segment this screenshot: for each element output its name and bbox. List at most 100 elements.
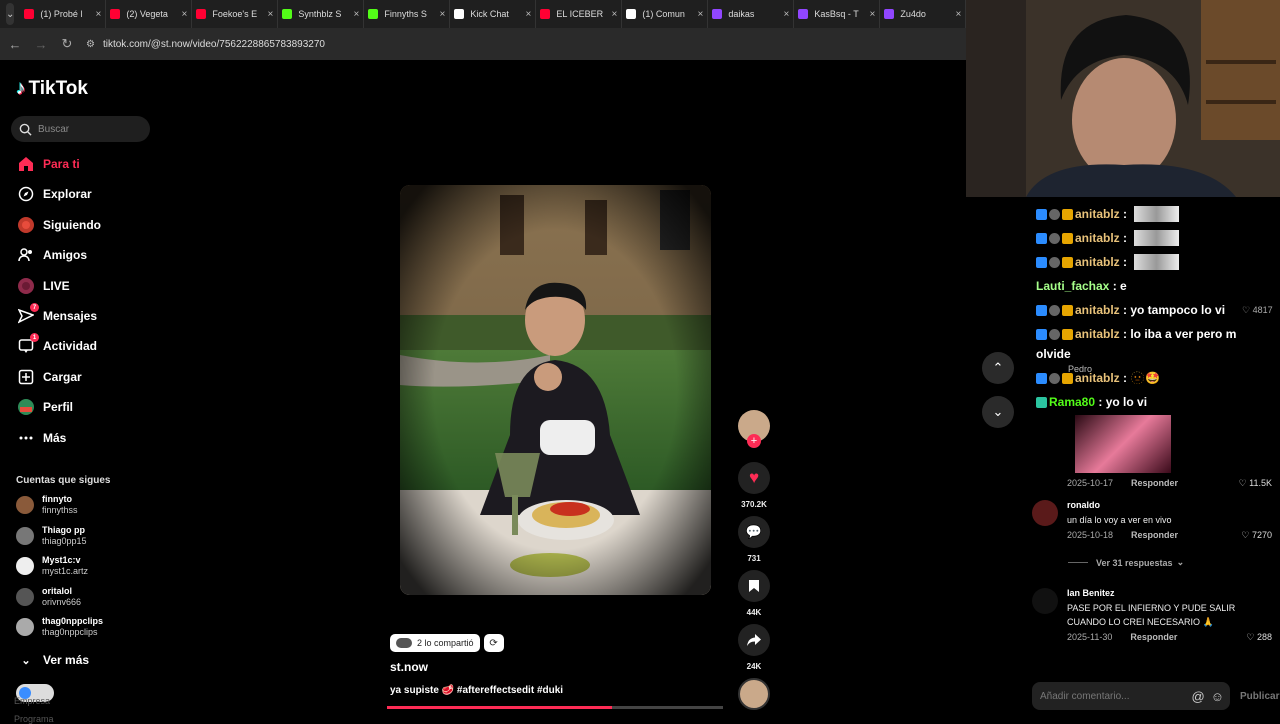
chat-emote-image (1134, 206, 1180, 222)
reply-button[interactable]: Responder (1131, 478, 1178, 489)
browser-tab[interactable]: Synthblz S × (278, 0, 365, 28)
chat-username: anitablz (1075, 207, 1120, 221)
nav-item-mensajes[interactable]: 7 Mensajes (16, 303, 97, 326)
video-progress-bar[interactable] (387, 706, 723, 709)
reply-button[interactable]: Responder (1131, 530, 1178, 541)
address-bar[interactable]: ⚙ tiktok.com/@st.now/video/7562228865783… (86, 32, 956, 56)
save-button[interactable]: 44K (738, 570, 770, 617)
video-author[interactable]: st.now (390, 660, 428, 674)
mention-icon[interactable]: @ (1192, 689, 1205, 704)
search-input[interactable]: Buscar (11, 116, 150, 142)
reload-icon[interactable]: ↻ (56, 36, 78, 52)
nav-item-siguiendo[interactable]: Siguiendo (16, 215, 101, 235)
browser-tab[interactable]: Finnyths S × (364, 0, 451, 28)
view-replies-button[interactable]: Ver 31 respuestas ⌄ (1068, 557, 1184, 568)
badge-icon (1036, 372, 1047, 384)
footer-link-company[interactable]: Empresa (14, 696, 50, 706)
browser-tab-bar: ⌄ (1) Probé l × (2) Vegeta × Foekoe's E × Synt… (0, 0, 967, 28)
close-tab-icon[interactable]: × (354, 9, 360, 20)
more-icon (16, 428, 36, 448)
comment-avatar[interactable] (1032, 588, 1058, 614)
nav-item-cargar[interactable]: Cargar (16, 367, 82, 387)
close-tab-icon[interactable]: × (182, 9, 188, 20)
back-icon[interactable]: ← (4, 37, 26, 52)
browser-tab[interactable]: daikas × (708, 0, 795, 28)
chat-message: anitablz : 🫥🤩 (1036, 371, 1160, 385)
share-button[interactable]: 24K (738, 624, 770, 671)
browser-tab[interactable]: KasBsq - T × (794, 0, 881, 28)
browser-tab[interactable]: Foekoe's E × (192, 0, 279, 28)
tab-favicon-icon (24, 9, 35, 19)
previous-video-button[interactable]: ⌃ (982, 352, 1014, 384)
badge-icon (1036, 256, 1047, 268)
comment-username[interactable]: ronaldo (1067, 500, 1100, 510)
nav-item-actividad[interactable]: 1 Actividad (16, 333, 97, 356)
nav-item-amigos[interactable]: Amigos (16, 245, 87, 265)
mute-icon (1049, 372, 1060, 384)
video-player[interactable] (400, 185, 711, 595)
following-account[interactable]: finnyto finnythss (16, 494, 78, 516)
browser-tab[interactable]: Zu4do × (880, 0, 967, 28)
comment-like-button[interactable]: ♡ 11.5K (1239, 478, 1272, 489)
comment-button[interactable]: 💬 731 (738, 516, 770, 563)
forward-icon[interactable]: → (30, 37, 52, 52)
close-tab-icon[interactable]: × (612, 9, 618, 20)
comment-sticker-image (1075, 415, 1171, 473)
browser-tab[interactable]: (2) Vegeta × (106, 0, 193, 28)
badge-icon (1036, 304, 1047, 316)
home-icon (16, 154, 36, 174)
comment-username[interactable]: Ian Benitez (1067, 588, 1115, 598)
close-tab-icon[interactable]: × (440, 9, 446, 20)
repost-icon[interactable]: ⟳ (483, 634, 504, 652)
share-count: 24K (746, 662, 762, 671)
tab-list-menu-button[interactable]: ⌄ (6, 3, 15, 25)
comment-text: PASE POR EL INFIERNO Y PUDE SALIR CUANDO… (1067, 603, 1236, 627)
comment-item: Ian Benitez PASE POR EL INFIERNO Y PUDE … (1032, 588, 1272, 648)
browser-tab[interactable]: (1) Comun × (622, 0, 709, 28)
comment-avatar[interactable] (1032, 500, 1058, 526)
comment-input[interactable]: Añadir comentario... @ ☺ (1032, 682, 1230, 710)
shared-by-chip[interactable]: 2 lo compartió (390, 634, 480, 652)
see-more-button[interactable]: ⌄ Ver más (16, 650, 89, 670)
site-info-icon[interactable]: ⚙ (86, 39, 95, 50)
close-tab-icon[interactable]: × (784, 9, 790, 20)
close-tab-icon[interactable]: × (956, 9, 962, 20)
browser-tab[interactable]: Kick Chat × (450, 0, 537, 28)
footer-link-program[interactable]: Programa (14, 714, 54, 724)
nav-item-live[interactable]: LIVE (16, 276, 70, 296)
publish-button[interactable]: Publicar (1240, 691, 1279, 702)
music-disc-button[interactable] (738, 678, 770, 710)
nav-item-para-ti[interactable]: Para ti (16, 154, 80, 174)
following-account[interactable]: oritalol orivnv666 (16, 586, 81, 608)
comment-like-button[interactable]: ♡ 7270 (1241, 530, 1272, 541)
emoji-icon[interactable]: ☺ (1211, 689, 1224, 704)
nav-item-explorar[interactable]: Explorar (16, 184, 92, 204)
reply-button[interactable]: Responder (1130, 632, 1177, 643)
live-icon (16, 276, 36, 296)
author-avatar-button[interactable]: + (738, 410, 770, 448)
mute-icon (1049, 232, 1060, 244)
follow-plus-icon[interactable]: + (747, 434, 761, 448)
comment-meta: 2025-11-30 Responder ♡ 288 (1067, 632, 1272, 643)
close-tab-icon[interactable]: × (526, 9, 532, 20)
crown-badge-icon (1062, 304, 1073, 316)
nav-item-perfil[interactable]: Perfil (16, 397, 73, 417)
close-tab-icon[interactable]: × (698, 9, 704, 20)
browser-tab[interactable]: (1) Probé l × (20, 0, 107, 28)
next-video-button[interactable]: ⌄ (982, 396, 1014, 428)
following-account[interactable]: thag0nppclips thag0nppclips (16, 616, 103, 638)
like-button[interactable]: ♥ 370.2K (738, 462, 770, 509)
nav-item-m-s[interactable]: Más (16, 428, 66, 448)
close-tab-icon[interactable]: × (96, 9, 102, 20)
following-account[interactable]: Thiago pp thiag0pp15 (16, 525, 87, 547)
close-tab-icon[interactable]: × (268, 9, 274, 20)
close-tab-icon[interactable]: × (870, 9, 876, 20)
chat-message: anitablz : (1036, 206, 1180, 222)
chat-username: Rama80 (1049, 395, 1096, 409)
tiktok-logo[interactable]: ♪ TikTok (16, 78, 88, 100)
following-account[interactable]: Myst1c:v myst1c.artz (16, 555, 88, 577)
comment-like-button[interactable]: ♡ 288 (1246, 632, 1272, 643)
crown-badge-icon (1062, 208, 1073, 220)
chat-message: anitablz : (1036, 254, 1180, 270)
browser-tab[interactable]: EL ICEBER × (536, 0, 623, 28)
